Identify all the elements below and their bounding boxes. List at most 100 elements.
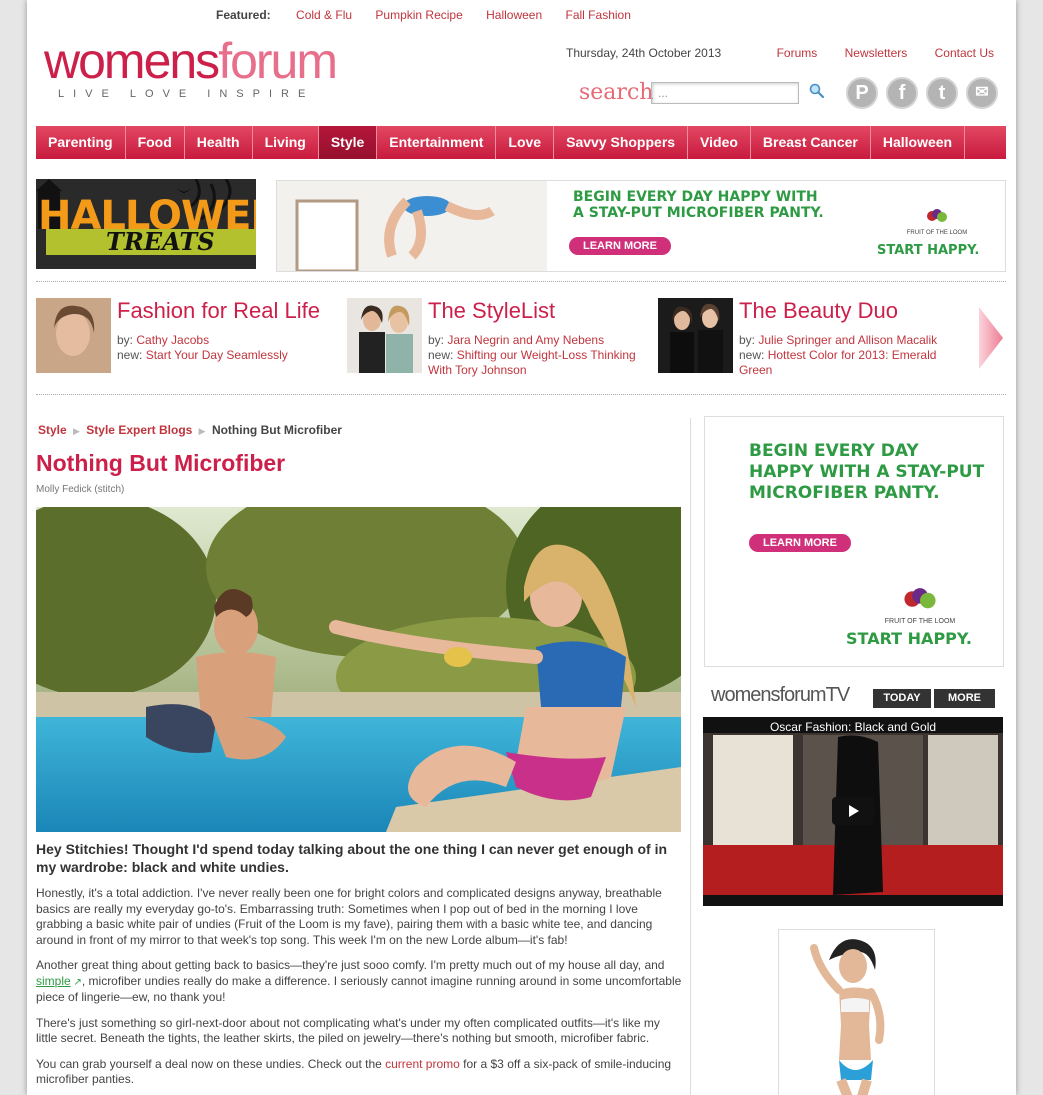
nav-love[interactable]: Love — [496, 126, 555, 159]
top-links: Forums Newsletters Contact Us — [753, 46, 994, 60]
article-title: Nothing But Microfiber — [36, 450, 286, 476]
expert-author-link[interactable]: Jara Negrin and Amy Nebens — [447, 333, 604, 347]
top-ad-slogan: START HAPPY. — [877, 243, 980, 258]
nav-food[interactable]: Food — [126, 126, 185, 159]
side-ad-line-2: HAPPY WITH A STAY-PUT — [749, 462, 985, 482]
expert-latest-post-link[interactable]: Hottest Color for 2013: Emerald Green — [739, 348, 936, 377]
featured-link-fall-fashion[interactable]: Fall Fashion — [566, 8, 631, 22]
logo-word-womens: womens — [44, 33, 220, 89]
logo-tagline: LIVE LOVE INSPIRE — [58, 88, 315, 100]
nav-halloween[interactable]: Halloween — [871, 126, 966, 159]
search-input[interactable]: ... — [651, 82, 799, 104]
article-paragraph: Another great thing about getting back t… — [36, 958, 684, 1006]
divider — [36, 281, 1006, 282]
logo-word-forum: forum — [218, 33, 338, 89]
by-label: by: — [117, 333, 134, 347]
article-paragraph: There's just something so girl-next-door… — [36, 1015, 660, 1046]
expert-latest-post-link[interactable]: Shifting our Weight-Loss Thinking With T… — [428, 348, 636, 377]
featured-link-halloween[interactable]: Halloween — [486, 8, 542, 22]
nav-parenting[interactable]: Parenting — [36, 126, 126, 159]
main-nav: Parenting Food Health Living Style Enter… — [36, 126, 1006, 159]
featured-label: Featured: — [216, 8, 271, 22]
article-lead: Hey Stitchies! Thought I'd spend today t… — [36, 841, 668, 875]
twitter-icon[interactable]: t — [926, 77, 958, 109]
side-ad-line-3: MICROFIBER PANTY. — [749, 483, 940, 503]
fruit-logo-icon — [904, 588, 936, 609]
nav-breast-cancer[interactable]: Breast Cancer — [751, 126, 871, 159]
play-icon — [849, 805, 859, 817]
chevron-right-icon: ▶ — [73, 426, 80, 436]
top-ad-headline-1: BEGIN EVERY DAY HAPPY WITH — [573, 189, 818, 205]
contact-us-link[interactable]: Contact Us — [935, 46, 994, 60]
search-button[interactable] — [808, 82, 826, 100]
top-ad-learn-more-button[interactable]: LEARN MORE — [569, 237, 671, 255]
nav-entertainment[interactable]: Entertainment — [377, 126, 497, 159]
search-icon — [809, 83, 825, 99]
breadcrumb: Style ▶ Style Expert Blogs ▶ Nothing But… — [38, 423, 342, 437]
breadcrumb-style[interactable]: Style — [38, 423, 67, 437]
search-label: search — [579, 80, 654, 105]
nav-style[interactable]: Style — [318, 126, 378, 159]
expert-blog-title[interactable]: Fashion for Real Life — [117, 298, 320, 324]
womensforum-tv-logo: womensforumTV — [711, 684, 850, 706]
expert-author-link[interactable]: Cathy Jacobs — [136, 333, 209, 347]
halloween-treats-banner[interactable]: HALLOWEEN TREATS — [36, 179, 256, 269]
email-icon[interactable]: ✉ — [966, 77, 998, 109]
new-label: new: — [739, 348, 765, 362]
page: Featured: Cold & Flu Pumpkin Recipe Hall… — [27, 0, 1016, 1095]
side-ad-learn-more-button[interactable]: LEARN MORE — [749, 534, 851, 552]
expert-author-link[interactable]: Julie Springer and Allison Macalik — [758, 333, 937, 347]
by-label: by: — [739, 333, 756, 347]
breadcrumb-style-expert-blogs[interactable]: Style Expert Blogs — [86, 423, 192, 437]
featured-link-cold-flu[interactable]: Cold & Flu — [296, 8, 352, 22]
current-promo-link[interactable]: current promo — [385, 1057, 460, 1071]
breadcrumb-current: Nothing But Microfiber — [211, 423, 342, 437]
nav-savvy-shoppers[interactable]: Savvy Shoppers — [554, 126, 689, 159]
ad-image — [277, 181, 547, 271]
tv-tab-today[interactable]: TODAY — [873, 689, 931, 708]
forums-link[interactable]: Forums — [777, 46, 818, 60]
paragraph-text: , microfiber undies really do make a dif… — [36, 973, 682, 1005]
featured-bar: Featured: Cold & Flu Pumpkin Recipe Hall… — [216, 8, 651, 22]
featured-link-pumpkin-recipe[interactable]: Pumpkin Recipe — [375, 8, 462, 22]
article-paragraph: You can grab yourself a deal now on thes… — [36, 1057, 684, 1088]
article-paragraph: Honestly, it's a total addiction. I've n… — [36, 886, 662, 947]
ad-model-image — [779, 930, 934, 1095]
article-body: Hey Stitchies! Thought I'd spend today t… — [36, 840, 684, 1095]
halloween-banner-subtitle: TREATS — [106, 227, 215, 256]
expert-blog-title[interactable]: The Beauty Duo — [739, 298, 898, 324]
paragraph-text: Another great thing about getting back t… — [36, 958, 665, 972]
external-link-icon: ↗ — [70, 976, 82, 988]
pinterest-icon[interactable]: P — [846, 77, 878, 109]
side-ad-line-1: BEGIN EVERY DAY — [749, 441, 919, 461]
top-ad-headline-2: A STAY-PUT MICROFIBER PANTY. — [573, 205, 824, 221]
column-divider — [690, 418, 691, 1095]
bottom-ad-image[interactable] — [778, 929, 935, 1095]
new-label: new: — [117, 348, 143, 362]
play-button[interactable] — [832, 797, 874, 825]
nav-video[interactable]: Video — [688, 126, 751, 159]
expert-photo[interactable] — [658, 298, 733, 373]
video-player[interactable]: Oscar Fashion: Black and Gold — [703, 717, 1003, 906]
expert-blog-title[interactable]: The StyleList — [428, 298, 555, 324]
expert-photo[interactable] — [347, 298, 422, 373]
nav-living[interactable]: Living — [253, 126, 319, 159]
expert-blog-fashion-for-real-life: Fashion for Real Life by: Cathy Jacobs n… — [36, 298, 336, 378]
chevron-right-icon: ▶ — [198, 426, 206, 436]
divider — [36, 394, 1006, 395]
top-ad-banner[interactable]: BEGIN EVERY DAY HAPPY WITH A STAY-PUT MI… — [276, 180, 1006, 272]
top-ad-brand: FRUIT OF THE LOOM — [906, 230, 968, 236]
side-ad-banner[interactable]: BEGIN EVERY DAY HAPPY WITH A STAY-PUT MI… — [704, 416, 1004, 667]
facebook-icon[interactable]: f — [886, 77, 918, 109]
simple-link[interactable]: simple — [36, 974, 71, 988]
current-date: Thursday, 24th October 2013 — [566, 46, 722, 60]
expert-photo[interactable] — [36, 298, 111, 373]
site-logo[interactable]: womensforum LIVE LOVE INSPIRE — [44, 33, 338, 116]
nav-health[interactable]: Health — [185, 126, 253, 159]
side-ad-brand: FRUIT OF THE LOOM — [884, 618, 956, 625]
expert-latest-post-link[interactable]: Start Your Day Seamlessly — [146, 348, 288, 362]
article-hero-image — [36, 507, 681, 832]
newsletters-link[interactable]: Newsletters — [845, 46, 908, 60]
tv-tab-more[interactable]: MORE — [934, 689, 995, 708]
next-arrow-icon[interactable] — [977, 305, 1005, 371]
